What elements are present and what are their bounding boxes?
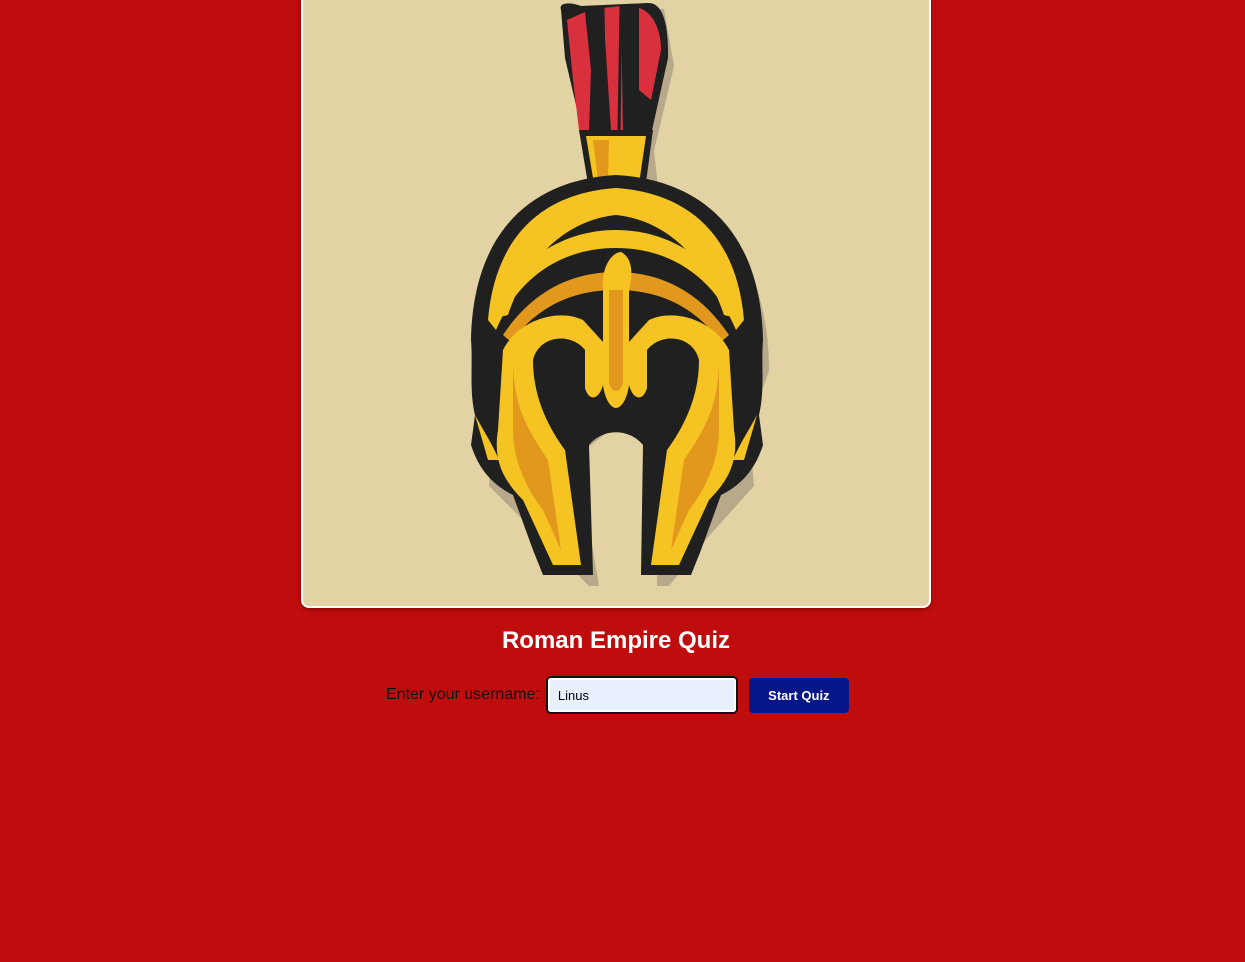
username-input[interactable] — [545, 676, 738, 714]
roman-helmet-icon — [471, 2, 769, 586]
hero-image-card — [301, 0, 931, 608]
start-quiz-button[interactable]: Start Quiz — [748, 677, 849, 713]
username-label: Enter your username: — [386, 686, 540, 703]
page-title: Roman Empire Quiz — [501, 627, 731, 654]
login-form: Enter your username: Start Quiz — [386, 676, 849, 714]
